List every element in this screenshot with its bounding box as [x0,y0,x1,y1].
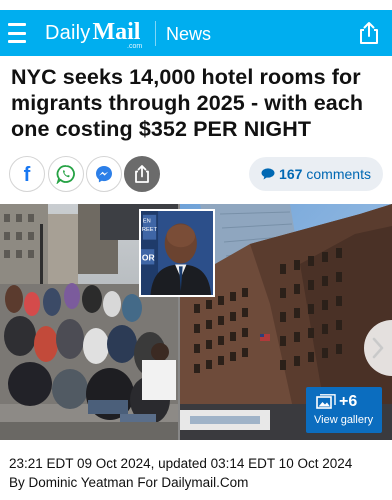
share-icon[interactable] [358,21,380,45]
whatsapp-icon [56,165,75,184]
whatsapp-share-button[interactable] [48,156,84,192]
header-divider [155,21,156,46]
gallery-count: +6 [339,393,358,410]
article-byline[interactable]: By Dominic Yeatman For Dailymail.Com [9,474,248,491]
comments-button[interactable]: 167 comments [249,157,383,191]
hamburger-menu-icon[interactable] [8,23,26,43]
comments-label: comments [306,166,371,182]
top-nav-bar: Daily Mail .com News [0,10,392,56]
logo-com-text: .com [127,43,143,50]
view-gallery-button[interactable]: +6 View gallery [306,387,382,433]
svg-text:OR: OR [142,253,155,263]
article-dateline: 23:21 EDT 09 Oct 2024, updated 03:14 EDT… [9,456,353,471]
article-headline: NYC seeks 14,000 hotel rooms for migrant… [11,65,364,141]
facebook-icon: f [23,164,31,186]
speech-bubble-icon [261,168,275,180]
politician-inset-photo: EN REET OR [139,209,215,297]
section-label[interactable]: News [166,23,211,45]
dailymail-logo[interactable]: Daily Mail .com [45,19,142,50]
facebook-share-button[interactable]: f [9,156,45,192]
article-hero-image[interactable]: EN REET OR +6 View gallery [0,204,392,440]
logo-daily-text: Daily [45,22,91,44]
social-share-row: f 167 comments [0,156,392,194]
share-icon [135,165,149,183]
inset-sign-text: EN [143,218,151,224]
messenger-share-button[interactable] [86,156,122,192]
chevron-right-icon [372,337,384,359]
svg-text:REET: REET [142,227,158,233]
gallery-label: View gallery [314,414,374,426]
logo-mail-text: Mail [92,19,141,45]
comments-count: 167 [279,166,303,182]
gallery-icon [316,394,336,409]
messenger-icon [96,166,112,183]
share-button[interactable] [124,156,160,192]
